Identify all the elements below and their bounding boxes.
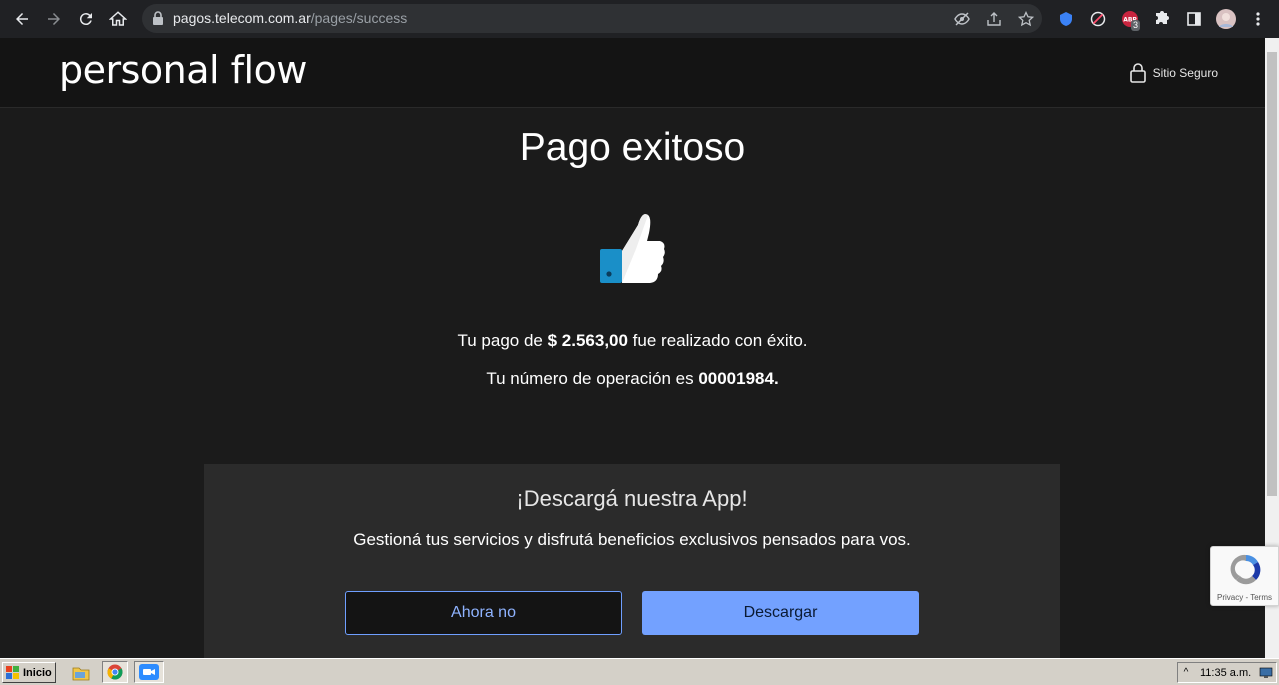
- extension-shield-icon[interactable]: [1055, 8, 1077, 30]
- payment-prefix: Tu pago de: [457, 331, 548, 350]
- home-button[interactable]: [102, 3, 134, 35]
- url-text: pagos.telecom.com.ar/pages/success: [173, 10, 407, 26]
- lock-icon: [153, 11, 163, 25]
- operation-number-text: Tu número de operación es 00001984.: [0, 369, 1265, 389]
- start-label: Inicio: [23, 666, 52, 679]
- more-menu-icon[interactable]: [1247, 8, 1269, 30]
- page-content: personal flow Sitio Seguro Pago exitoso …: [0, 38, 1265, 658]
- puzzle-icon[interactable]: [1151, 8, 1173, 30]
- app-promo-title: ¡Descargá nuestra App!: [516, 486, 748, 511]
- secure-site-indicator: Sitio Seguro: [1129, 63, 1218, 83]
- adblock-extension-icon[interactable]: ABP 3: [1119, 8, 1141, 31]
- download-button[interactable]: Descargar: [642, 591, 919, 635]
- arrow-right-icon: [48, 13, 60, 25]
- os-taskbar: Inicio ^ 11:35 a.m.: [0, 658, 1279, 685]
- arrow-left-icon: [16, 13, 28, 25]
- network-icon[interactable]: [1259, 667, 1273, 679]
- app-promo-subtitle: Gestioná tus servicios y disfrutá benefi…: [353, 530, 911, 549]
- payment-amount: $ 2.563,00: [547, 331, 628, 350]
- recaptcha-privacy-link[interactable]: Privacy: [1217, 593, 1243, 602]
- payment-suffix: fue realizado con éxito.: [627, 331, 808, 350]
- forward-button[interactable]: [38, 3, 70, 35]
- address-bar[interactable]: pagos.telecom.com.ar/pages/success: [142, 4, 1042, 33]
- chrome-icon: [107, 664, 123, 680]
- system-tray: ^ 11:35 a.m.: [1177, 662, 1277, 683]
- start-button[interactable]: Inicio: [2, 662, 56, 683]
- recaptcha-links: Privacy - Terms: [1217, 593, 1272, 602]
- page-title: Pago exitoso: [519, 126, 746, 169]
- url-path: /pages/success: [310, 10, 408, 26]
- video-camera-icon: [139, 664, 159, 680]
- brand-logo[interactable]: personal flow: [59, 48, 307, 92]
- star-icon[interactable]: [1016, 9, 1036, 29]
- share-icon[interactable]: [984, 9, 1004, 29]
- home-icon: [109, 11, 127, 26]
- side-panel-icon[interactable]: [1183, 8, 1205, 30]
- recaptcha-terms-link[interactable]: Terms: [1250, 593, 1272, 602]
- file-explorer-icon[interactable]: [70, 663, 92, 683]
- padlock-icon: [1129, 63, 1146, 83]
- scrollbar-thumb[interactable]: [1267, 52, 1277, 496]
- eye-off-icon[interactable]: [952, 9, 972, 29]
- back-button[interactable]: [6, 3, 38, 35]
- operation-prefix: Tu número de operación es: [486, 369, 699, 388]
- operation-suffix: .: [773, 369, 779, 388]
- secure-site-label: Sitio Seguro: [1152, 66, 1218, 80]
- operation-number: 00001984: [698, 369, 774, 388]
- site-header: personal flow Sitio Seguro: [0, 38, 1265, 108]
- recaptcha-logo-icon: [1230, 554, 1261, 585]
- extension-block-icon[interactable]: [1087, 8, 1109, 30]
- not-now-button[interactable]: Ahora no: [345, 591, 622, 635]
- reload-button[interactable]: [70, 3, 102, 35]
- profile-avatar[interactable]: [1215, 8, 1237, 30]
- chrome-taskbar-button[interactable]: [102, 661, 128, 683]
- chevron-up-icon[interactable]: ^: [1178, 667, 1194, 678]
- app-download-card: ¡Descargá nuestra App! Gestioná tus serv…: [204, 464, 1060, 658]
- extension-badge: 3: [1131, 20, 1141, 31]
- browser-toolbar: pagos.telecom.com.ar/pages/success ABP 3: [0, 0, 1279, 38]
- url-host: pagos.telecom.com.ar: [173, 10, 311, 26]
- reload-icon: [79, 13, 92, 26]
- payment-confirmation-text: Tu pago de $ 2.563,00 fue realizado con …: [0, 331, 1265, 351]
- thumbs-up-icon: [600, 214, 665, 283]
- zoom-taskbar-button[interactable]: [134, 661, 164, 683]
- clock[interactable]: 11:35 a.m.: [1200, 667, 1251, 679]
- windows-logo-icon: [6, 666, 19, 679]
- recaptcha-badge[interactable]: Privacy - Terms: [1210, 546, 1279, 606]
